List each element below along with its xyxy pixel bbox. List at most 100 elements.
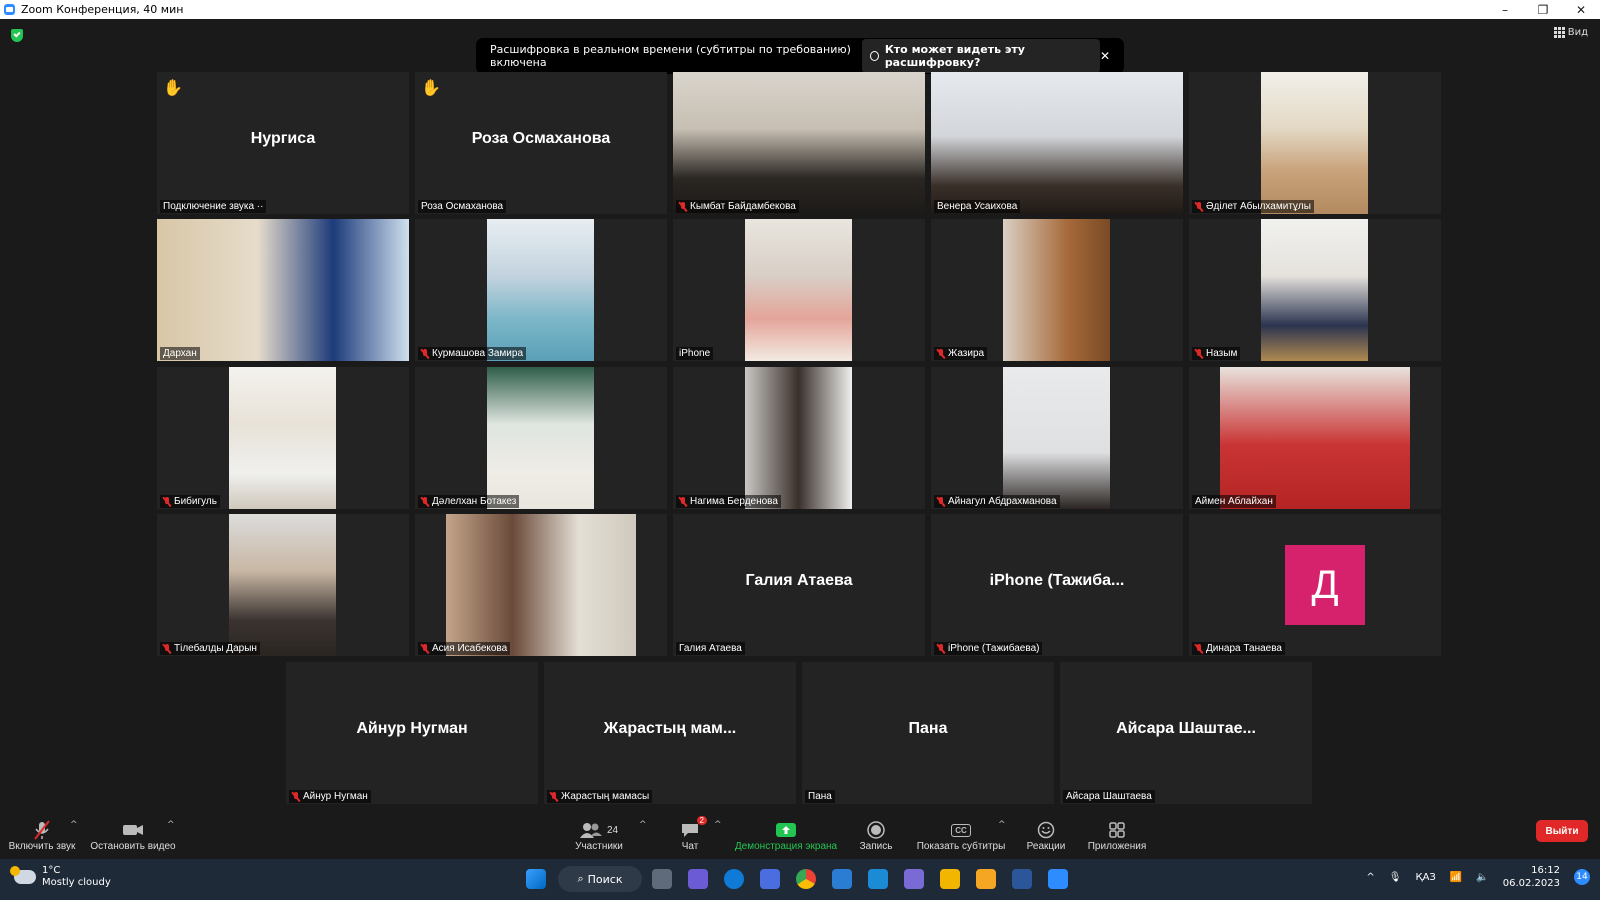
stop-video-button[interactable]: Остановить видео	[88, 812, 178, 859]
wifi-icon[interactable]: 📶	[1450, 872, 1462, 883]
leave-button[interactable]: Выйти	[1536, 820, 1588, 842]
unmute-button[interactable]: Включить звук	[6, 812, 78, 859]
mic-muted-icon	[937, 496, 945, 507]
mic-muted-icon	[292, 791, 300, 802]
task-view-icon[interactable]	[652, 869, 672, 889]
chat-label: Чат	[681, 841, 699, 852]
banner-close-button[interactable]: ✕	[1100, 49, 1110, 63]
participant-tile[interactable]: Әділет Абылхамитұлы	[1189, 72, 1441, 214]
view-button[interactable]: Вид	[1553, 27, 1588, 38]
participant-name-label: Галия Атаева	[676, 642, 745, 655]
participant-name: Әділет Абылхамитұлы	[1206, 201, 1311, 212]
participant-video	[1261, 219, 1368, 361]
close-button[interactable]: ✕	[1562, 0, 1600, 19]
share-screen-button[interactable]: Демонстрация экрана	[732, 812, 840, 859]
captions-caret-icon[interactable]: ^	[998, 820, 1006, 830]
participant-name: Айнур Нугман	[303, 791, 368, 802]
participant-tile[interactable]: Курмашова Замира	[415, 219, 667, 361]
participant-tile[interactable]: Пана Пана	[802, 662, 1054, 804]
participant-tile[interactable]: Асия Исабекова	[415, 514, 667, 656]
participant-tile[interactable]: iPhone	[673, 219, 925, 361]
tray-overflow-chevron-icon[interactable]: ^	[1366, 872, 1374, 883]
participant-tile[interactable]: ✋ Нургиса Подключение звука ··	[157, 72, 409, 214]
visual-studio-icon[interactable]	[904, 869, 924, 889]
clock[interactable]: 16:12 06.02.2023	[1503, 864, 1560, 890]
file-explorer-icon[interactable]	[940, 869, 960, 889]
windows-start-icon[interactable]	[526, 869, 546, 889]
participant-name: Пана	[808, 791, 832, 802]
participant-name-label: Динара Танаева	[1192, 642, 1285, 655]
participant-display-name: Пана	[908, 720, 948, 737]
chat-button[interactable]: 2 Чат	[668, 812, 712, 859]
participant-name: Жазира	[948, 348, 985, 359]
search-icon: ⌕	[577, 872, 584, 885]
volume-icon[interactable]: 🔈	[1476, 872, 1488, 883]
encryption-shield-icon[interactable]	[11, 29, 23, 42]
zoom-taskbar-icon[interactable]	[1048, 869, 1068, 889]
participant-tile[interactable]: Галия Атаева Галия Атаева	[673, 514, 925, 656]
participant-tile[interactable]: Нагима Берденова	[673, 367, 925, 509]
participant-tile[interactable]: Аймен Аблайхан	[1189, 367, 1441, 509]
participant-video	[487, 367, 594, 509]
minimize-button[interactable]: –	[1486, 0, 1524, 19]
edge-browser-icon[interactable]	[724, 869, 744, 889]
participant-tile[interactable]: Д Динара Танаева	[1189, 514, 1441, 656]
participant-name-label: Айнагул Абдрахманова	[934, 495, 1060, 508]
participant-tile[interactable]: Тілебалды Дарын	[157, 514, 409, 656]
participant-tile[interactable]: Айнагул Абдрахманова	[931, 367, 1183, 509]
participant-tile[interactable]: Дәлелхан Ботакез	[415, 367, 667, 509]
clock-date: 06.02.2023	[1502, 878, 1560, 889]
record-button[interactable]: Запись	[852, 812, 900, 859]
chat-caret-icon[interactable]: ^	[714, 820, 722, 830]
participant-tile[interactable]: Айнур Нугман Айнур Нугман	[286, 662, 538, 804]
audio-options-caret-icon[interactable]: ^	[70, 820, 78, 830]
weather-widget[interactable]: 1°C Mostly cloudy	[10, 865, 111, 889]
meeting-area: Вид Расшифровка в реальном времени (субт…	[0, 19, 1600, 812]
apps-button[interactable]: Приложения	[1084, 812, 1150, 859]
record-icon	[867, 819, 885, 841]
participant-display-name: iPhone (Тажиба...	[989, 572, 1125, 589]
participant-tile[interactable]: Кымбат Байдамбекова	[673, 72, 925, 214]
reactions-button[interactable]: Реакции	[1020, 812, 1072, 859]
view-label: Вид	[1567, 27, 1588, 38]
participants-caret-icon[interactable]: ^	[639, 820, 647, 830]
participant-tile[interactable]: Жарастың мам... Жарастың мамасы	[544, 662, 796, 804]
weather-cloud-icon	[10, 866, 36, 884]
who-can-see-transcript-button[interactable]: Кто может видеть эту расшифровку?	[861, 39, 1100, 73]
mic-muted-icon	[937, 348, 945, 359]
chrome-icon[interactable]	[796, 869, 816, 889]
word-icon[interactable]	[1012, 869, 1032, 889]
chat-icon: 2	[681, 816, 707, 841]
store-icon[interactable]	[760, 869, 780, 889]
participants-button[interactable]: 24 Участники	[566, 812, 632, 859]
who-can-see-label: Кто может видеть эту расшифровку?	[884, 43, 1025, 69]
participant-name: Галия Атаева	[679, 643, 742, 654]
participant-tile[interactable]: ✋ Роза Осмаханова Роза Осмаханова	[415, 72, 667, 214]
app-l-icon[interactable]	[868, 869, 888, 889]
participant-video	[157, 219, 409, 361]
show-captions-button[interactable]: CC Показать субтитры	[914, 812, 1008, 859]
input-language[interactable]: ҚАЗ	[1415, 872, 1435, 883]
video-options-caret-icon[interactable]: ^	[167, 820, 175, 830]
participant-tile[interactable]: Назым	[1189, 219, 1441, 361]
participant-tile[interactable]: Бибигуль	[157, 367, 409, 509]
microphone-tray-icon[interactable]: 🎙	[1389, 872, 1402, 883]
notification-count-badge[interactable]: 14	[1574, 869, 1590, 885]
participant-video	[1261, 72, 1368, 214]
participant-tile[interactable]: Жазира	[931, 219, 1183, 361]
participant-tile[interactable]: Венера Усаихова	[931, 72, 1183, 214]
participant-name-label: Асия Исабекова	[418, 642, 511, 655]
mic-muted-icon	[163, 496, 171, 507]
participant-name: Назым	[1206, 348, 1238, 359]
person-icon	[869, 51, 879, 61]
weather-desc: Mostly cloudy	[42, 877, 111, 888]
participant-tile[interactable]: Дархан	[157, 219, 409, 361]
participant-name-label: Әділет Абылхамитұлы	[1192, 200, 1314, 213]
taskbar-search[interactable]: ⌕ Поиск	[558, 866, 642, 892]
bolt-app-icon[interactable]	[976, 869, 996, 889]
participant-tile[interactable]: iPhone (Тажиба... iPhone (Тажибаева)	[931, 514, 1183, 656]
restore-button[interactable]: ❐	[1524, 0, 1562, 19]
participant-tile[interactable]: Айсара Шаштае... Айсара Шаштаева	[1060, 662, 1312, 804]
mail-icon[interactable]	[832, 869, 852, 889]
teams-chat-icon[interactable]	[688, 869, 708, 889]
